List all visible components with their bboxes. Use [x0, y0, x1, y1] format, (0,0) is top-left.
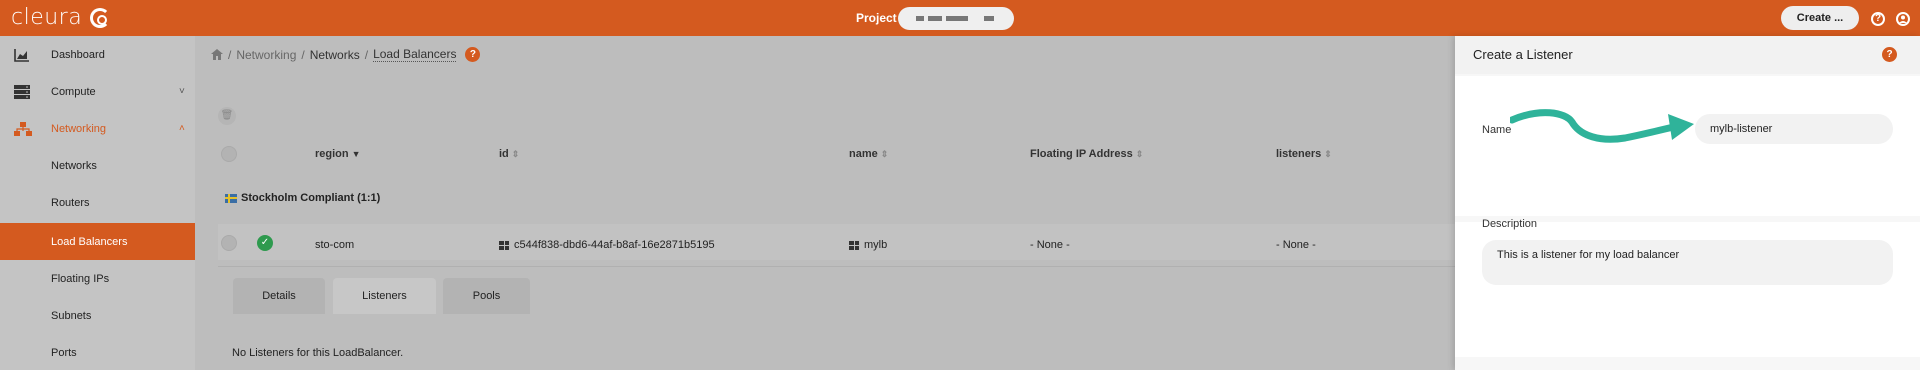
description-label: Description — [1482, 218, 1538, 230]
sort-icon: ⇕ — [880, 149, 889, 159]
sidebar-item-load-balancers[interactable]: Load Balancers — [0, 223, 195, 260]
redacted-mark — [916, 16, 924, 21]
sidebar-item-dashboard[interactable]: Dashboard — [0, 36, 195, 73]
breadcrumb-separator: / — [364, 47, 369, 62]
sidebar-item-floating-ips[interactable]: Floating IPs — [0, 260, 195, 297]
chevron-down-icon: ˅ — [179, 86, 185, 97]
chart-icon — [14, 48, 29, 62]
home-icon[interactable] — [211, 49, 223, 60]
breadcrumb-separator: / — [228, 47, 232, 62]
cell-text: c544f838-dbd6-44af-b8af-16e2871b5195 — [514, 239, 715, 251]
select-all-checkbox[interactable] — [221, 146, 237, 162]
sidebar-item-networking[interactable]: Networking ˄ — [0, 110, 195, 147]
cell-region: sto-com — [315, 239, 354, 251]
sort-desc-icon: ▼ — [351, 149, 361, 159]
breadcrumb-separator: / — [301, 47, 305, 62]
project-selector[interactable] — [898, 7, 1014, 30]
sidebar-item-routers[interactable]: Routers — [0, 184, 195, 221]
panel-header: Create a Listener ? — [1455, 36, 1920, 74]
table-row[interactable] — [218, 224, 1455, 260]
help-icon[interactable]: ? — [1882, 47, 1897, 62]
column-label: Floating IP Address — [1030, 148, 1133, 160]
description-input[interactable]: This is a listener for my load balancer — [1482, 240, 1893, 285]
cell-id[interactable]: c544f838-dbd6-44af-b8af-16e2871b5195 — [499, 239, 715, 251]
panel-title: Create a Listener — [1473, 47, 1573, 62]
cell-name[interactable]: mylb — [849, 239, 887, 251]
breadcrumb: / Networking / Networks / Load Balancers… — [211, 47, 481, 62]
sidebar: Dashboard Compute ˅ Networking ˄ Network… — [0, 36, 195, 370]
column-header-region[interactable]: region ▼ — [315, 148, 361, 160]
cell-text: - None - — [1276, 239, 1316, 251]
status-ok-icon: ✓ — [257, 235, 273, 251]
group-name: Stockholm Compliant (1:1) — [241, 192, 381, 204]
column-label: name — [849, 148, 878, 160]
sweden-flag-icon — [225, 193, 237, 203]
logo-mark-icon — [90, 7, 111, 28]
region-group-label: Stockholm Compliant (1:1) — [225, 192, 380, 204]
row-checkbox[interactable] — [221, 235, 237, 251]
sidebar-item-label: Floating IPs — [51, 272, 110, 285]
sidebar-item-ports[interactable]: Ports — [0, 334, 195, 370]
top-bar: cleura Project Create ... ? — [0, 0, 1920, 36]
main-content: / Networking / Networks / Load Balancers… — [195, 36, 1455, 370]
help-icon[interactable]: ? — [1871, 12, 1885, 26]
logo-text: cleura — [11, 5, 83, 30]
create-button[interactable]: Create ... — [1781, 6, 1859, 30]
tab-listeners[interactable]: Listeners — [333, 278, 436, 314]
sidebar-item-label: Load Balancers — [51, 235, 128, 248]
cleura-logo[interactable]: cleura — [11, 5, 111, 30]
breadcrumb-networks[interactable]: Networks — [310, 48, 360, 62]
sidebar-item-label: Subnets — [51, 309, 92, 322]
sidebar-item-label: Routers — [51, 196, 90, 209]
column-label: id — [499, 148, 509, 160]
sort-icon: ⇕ — [511, 149, 520, 159]
column-header-id[interactable]: id ⇕ — [499, 148, 519, 160]
cell-floating-ip: - None - — [1030, 239, 1070, 251]
pointer-arrow-icon — [1510, 109, 1694, 143]
sort-icon: ⇕ — [1135, 149, 1144, 159]
cell-listeners: - None - — [1276, 239, 1316, 251]
grid-icon — [849, 240, 859, 250]
sidebar-item-label: Networking — [51, 122, 107, 135]
server-icon — [14, 84, 30, 99]
sidebar-item-subnets[interactable]: Subnets — [0, 297, 195, 334]
help-icon[interactable]: ? — [465, 47, 481, 62]
user-icon[interactable] — [1896, 12, 1910, 26]
sidebar-item-label: Networks — [51, 159, 97, 172]
cell-text: sto-com — [315, 239, 355, 251]
breadcrumb-load-balancers: Load Balancers — [373, 47, 457, 62]
create-listener-panel: Create a Listener ? Name Description Thi… — [1455, 36, 1920, 370]
column-label: listeners — [1276, 148, 1322, 160]
sidebar-item-label: Dashboard — [51, 48, 105, 61]
column-header-floating-ip[interactable]: Floating IP Address ⇕ — [1030, 148, 1143, 160]
tab-pools[interactable]: Pools — [443, 278, 530, 314]
redacted-mark — [984, 16, 994, 21]
sort-icon: ⇕ — [1324, 149, 1332, 159]
cell-text: mylb — [864, 239, 888, 251]
tab-details[interactable]: Details — [233, 278, 325, 314]
sidebar-item-label: Compute — [51, 85, 96, 98]
grid-icon — [499, 240, 509, 250]
empty-state-text: No Listeners for this LoadBalancer. — [232, 347, 404, 359]
redacted-mark — [928, 16, 942, 21]
cell-text: - None - — [1030, 239, 1070, 251]
network-icon — [14, 121, 32, 136]
chevron-up-icon: ˄ — [179, 123, 185, 134]
trash-icon[interactable]: 🗑 — [218, 107, 236, 125]
sidebar-item-compute[interactable]: Compute ˅ — [0, 73, 195, 110]
project-label: Project — [856, 11, 897, 25]
column-header-name[interactable]: name ⇕ — [849, 148, 888, 160]
sidebar-item-networks[interactable]: Networks — [0, 147, 195, 184]
name-input[interactable] — [1695, 114, 1893, 144]
sidebar-item-label: Ports — [51, 346, 77, 359]
breadcrumb-networking[interactable]: Networking — [236, 48, 296, 62]
name-label: Name — [1482, 124, 1512, 136]
column-header-listeners[interactable]: listeners ⇕ — [1276, 148, 1332, 160]
column-label: region — [315, 148, 349, 160]
redacted-mark — [946, 16, 968, 21]
